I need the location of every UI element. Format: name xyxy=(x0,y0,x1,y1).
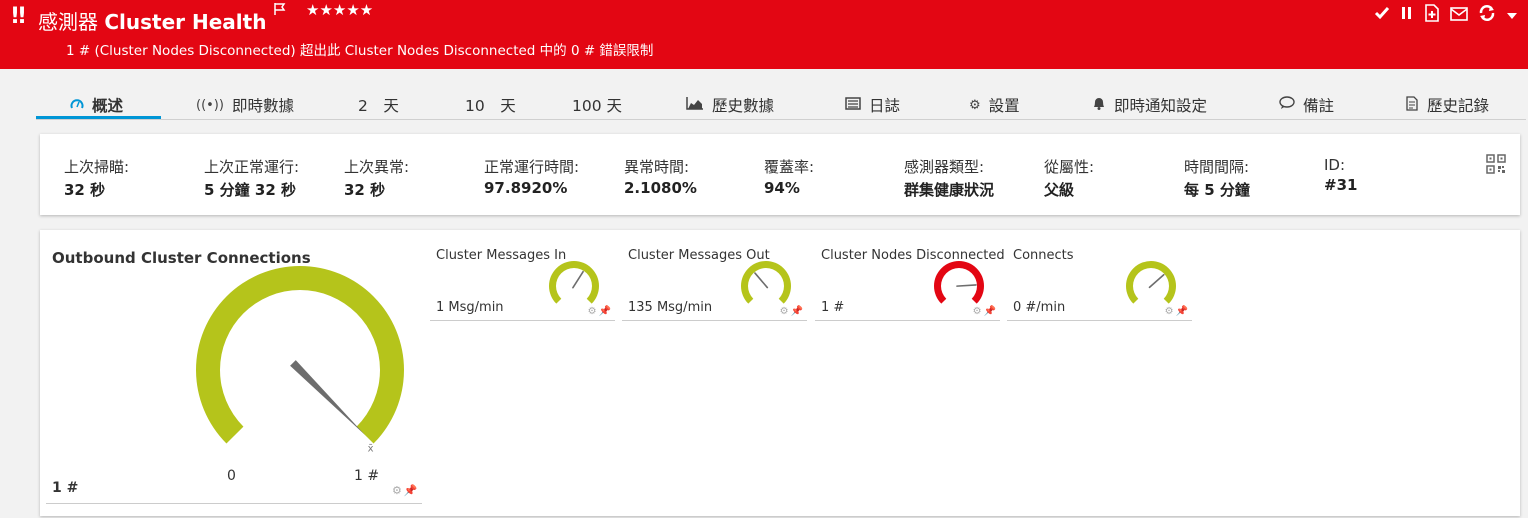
primary-channel-gauge[interactable]: x̄ xyxy=(174,262,434,462)
live-icon: ((•)) xyxy=(196,97,224,113)
history-icon xyxy=(1405,95,1419,115)
gear-icon[interactable]: ⚙ xyxy=(973,306,984,317)
bell-icon xyxy=(1092,96,1106,114)
channel-value: 1 # xyxy=(821,300,845,315)
channel-connects[interactable]: Connects 0 #/min ⚙📌 xyxy=(1007,244,1192,324)
gauges-panel: Outbound Cluster Connections x̄ 1 # 0 1 … xyxy=(40,230,1520,516)
channel-tools: ⚙📌 xyxy=(780,306,805,317)
channel-tools: ⚙📌 xyxy=(588,306,613,317)
gauge-min-label: 0 xyxy=(227,468,236,484)
gauge-needle xyxy=(754,272,769,289)
info-id: ID: #31 xyxy=(1324,156,1358,194)
alert-status-icon: !! xyxy=(10,4,27,29)
priority-stars[interactable]: ★★★★★ xyxy=(306,1,373,19)
gear-icon[interactable]: ⚙ xyxy=(392,484,404,497)
gear-icon[interactable]: ⚙ xyxy=(1165,306,1176,317)
info-coverage: 覆蓋率: 94% xyxy=(764,158,815,197)
tab-comments[interactable]: 備註 xyxy=(1279,94,1334,116)
info-last-down: 上次異常: 32 秒 xyxy=(344,158,410,199)
sensor-name: Cluster Health xyxy=(104,10,267,34)
add-icon[interactable] xyxy=(1424,4,1440,28)
channel-divider xyxy=(1007,320,1192,321)
check-icon[interactable] xyxy=(1374,5,1390,27)
tab-historic-data[interactable]: 歷史數據 xyxy=(686,94,774,116)
info-dependency: 從屬性: 父級 xyxy=(1044,158,1095,199)
channel-gauge xyxy=(549,261,599,304)
pause-icon[interactable] xyxy=(1400,5,1414,27)
channel-gauge xyxy=(934,261,984,304)
info-last-up: 上次正常運行: 5 分鐘 32 秒 xyxy=(204,158,300,199)
channel-cluster-messages-out[interactable]: Cluster Messages Out 135 Msg/min ⚙📌 xyxy=(622,244,807,324)
tab-overview[interactable]: 概述 xyxy=(70,94,123,116)
pin-icon[interactable]: 📌 xyxy=(599,306,613,317)
sensor-type-prefix: 感測器 xyxy=(38,10,98,34)
error-message: 1 # (Cluster Nodes Disconnected) 超出此 Clu… xyxy=(66,43,654,59)
gauge-needle xyxy=(1148,273,1165,289)
tab-log[interactable]: 日誌 xyxy=(845,94,900,116)
comment-icon xyxy=(1279,96,1295,114)
gauge-arc xyxy=(934,261,984,304)
flag-icon[interactable] xyxy=(274,3,286,19)
active-tab-indicator xyxy=(36,116,161,119)
channel-cluster-nodes-disconnected[interactable]: Cluster Nodes Disconnected 1 # ⚙📌 xyxy=(815,244,1005,324)
info-downtime: 異常時間: 2.1080% xyxy=(624,158,697,197)
channel-gauge xyxy=(1126,261,1176,304)
gauge-max-label: 1 # xyxy=(354,468,380,484)
info-last-scan: 上次掃瞄: 32 秒 xyxy=(64,158,130,199)
primary-channel-tools: ⚙📌 xyxy=(392,484,420,497)
gauge-arc xyxy=(549,261,599,304)
gauge-arc xyxy=(741,261,791,304)
channel-divider xyxy=(430,320,615,321)
tab-settings[interactable]: ⚙ 設置 xyxy=(969,94,1020,116)
refresh-icon[interactable] xyxy=(1478,4,1496,28)
channel-gauge xyxy=(741,261,791,304)
pin-icon[interactable]: 📌 xyxy=(984,306,998,317)
tab-notification-triggers[interactable]: 即時通知設定 xyxy=(1092,94,1207,116)
tab-10-days[interactable]: 10 天 xyxy=(465,94,516,116)
pin-icon[interactable]: 📌 xyxy=(404,484,420,497)
primary-channel-divider xyxy=(46,503,422,504)
gear-icon: ⚙ xyxy=(969,97,981,113)
gauge-icon xyxy=(70,97,84,113)
info-interval: 時間間隔: 每 5 分鐘 xyxy=(1184,158,1250,199)
tab-2-days[interactable]: 2 天 xyxy=(358,94,399,116)
pin-icon[interactable]: 📌 xyxy=(791,306,805,317)
average-marker: x̄ xyxy=(368,444,374,455)
header-actions xyxy=(1374,4,1518,28)
channel-tools: ⚙📌 xyxy=(1165,306,1190,317)
tab-live-data[interactable]: ((•)) 即時數據 xyxy=(196,94,294,116)
channel-value: 1 Msg/min xyxy=(436,300,504,315)
gauge-arc xyxy=(1126,261,1176,304)
sensor-header: !! 感測器 Cluster Health ★★★★★ 1 # (Cluster… xyxy=(0,0,1528,69)
gear-icon[interactable]: ⚙ xyxy=(588,306,599,317)
gear-icon[interactable]: ⚙ xyxy=(780,306,791,317)
mail-icon[interactable] xyxy=(1450,5,1468,27)
gauge-needle xyxy=(956,284,977,287)
channel-cluster-messages-in[interactable]: Cluster Messages In 1 Msg/min ⚙📌 xyxy=(430,244,615,324)
channel-tools: ⚙📌 xyxy=(973,306,998,317)
sensor-tabs: 概述 ((•)) 即時數據 2 天 10 天 100 天 歷史數據 日誌 ⚙ 設… xyxy=(36,90,1526,120)
channel-title: Connects xyxy=(1013,248,1074,263)
sensor-title: 感測器 Cluster Health xyxy=(38,6,266,35)
dropdown-icon[interactable] xyxy=(1506,5,1518,27)
channel-divider xyxy=(622,320,807,321)
area-chart-icon xyxy=(686,96,704,114)
channel-value: 0 #/min xyxy=(1013,300,1066,315)
tab-100-days[interactable]: 100 天 xyxy=(572,94,622,116)
gauge-needle xyxy=(290,360,366,436)
log-icon xyxy=(845,96,861,114)
info-sensor-type: 感測器類型: 群集健康狀況 xyxy=(904,158,995,199)
info-uptime: 正常運行時間: 97.8920% xyxy=(484,158,580,197)
qr-code-icon[interactable] xyxy=(1486,154,1506,174)
tab-history[interactable]: 歷史記錄 xyxy=(1405,94,1489,116)
sensor-info-bar: 上次掃瞄: 32 秒 上次正常運行: 5 分鐘 32 秒 上次異常: 32 秒 … xyxy=(40,134,1520,215)
pin-icon[interactable]: 📌 xyxy=(1176,306,1190,317)
channel-value: 135 Msg/min xyxy=(628,300,713,315)
primary-channel-value: 1 # xyxy=(52,480,79,496)
gauge-needle xyxy=(572,270,584,289)
channel-divider xyxy=(815,320,1000,321)
gauge-arc xyxy=(196,266,404,444)
